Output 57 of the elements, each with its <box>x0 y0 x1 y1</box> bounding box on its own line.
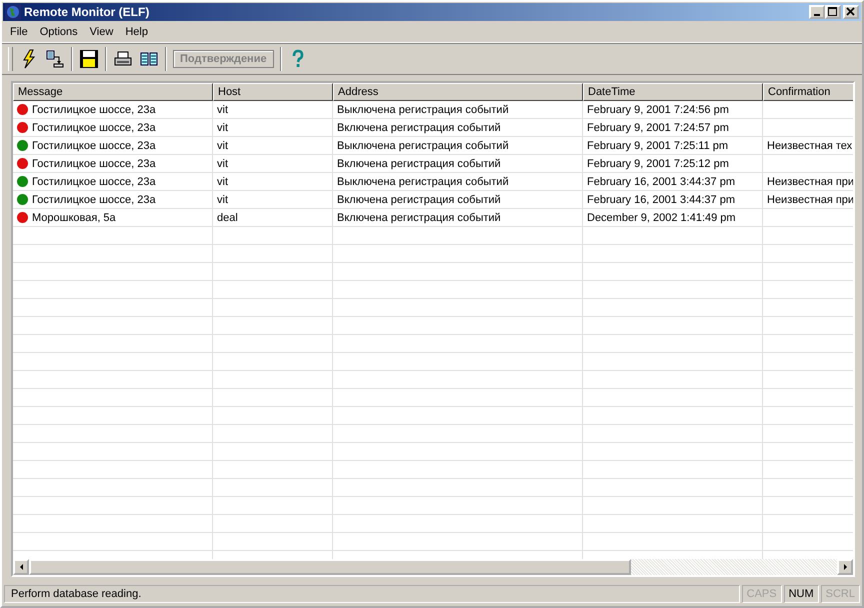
column-header[interactable]: Host <box>213 83 333 101</box>
table-cell: vit <box>217 140 228 152</box>
table-cell: vit <box>217 122 228 134</box>
table-cell: Неизвестная при <box>767 194 853 206</box>
maximize-icon <box>828 7 838 17</box>
table-cell: Гостилицкое шоссе, 23а <box>32 176 156 188</box>
column-header[interactable]: Message <box>13 83 213 101</box>
table-cell: February 16, 2001 3:44:37 pm <box>587 176 735 188</box>
table-cell: Включена регистрация событий <box>337 122 501 134</box>
table-cell: Неизвестная при <box>767 176 853 188</box>
horizontal-scrollbar[interactable] <box>13 559 853 575</box>
table-cell: deal <box>217 212 238 224</box>
table-cell: Гостилицкое шоссе, 23а <box>32 140 156 152</box>
minimize-icon <box>814 14 820 16</box>
table-cell: vit <box>217 176 228 188</box>
maximize-button[interactable] <box>825 5 841 19</box>
table-cell: Морошковая, 5а <box>32 212 116 224</box>
scroll-right-button[interactable] <box>837 559 853 575</box>
table-cell: February 9, 2001 7:24:57 pm <box>587 122 729 134</box>
table-cell: December 9, 2002 1:41:49 pm <box>587 212 736 224</box>
table-cell: vit <box>217 194 228 206</box>
table-cell: Выключена регистрация событий <box>337 140 509 152</box>
menu-item[interactable]: Options <box>34 26 84 38</box>
left-arrow-icon <box>20 564 22 570</box>
table-cell: Гостилицкое шоссе, 23а <box>32 122 156 134</box>
documents-arrow-icon <box>45 49 65 69</box>
table-cell: vit <box>217 104 228 116</box>
menu-item[interactable]: Help <box>119 26 154 38</box>
table-cell: Гостилицкое шоссе, 23а <box>32 158 156 170</box>
table-cell: February 9, 2001 7:25:11 pm <box>587 140 728 152</box>
column-header[interactable]: Address <box>333 83 583 101</box>
key-indicator: NUM <box>784 585 819 603</box>
minimize-button[interactable] <box>809 5 825 19</box>
table-cell: Выключена регистрация событий <box>337 104 509 116</box>
table-cell: Неизвестная тех <box>767 140 852 152</box>
table-cell: February 16, 2001 3:44:37 pm <box>587 194 735 206</box>
status-message: Perform database reading. <box>4 585 740 603</box>
scroll-left-button[interactable] <box>13 559 29 575</box>
table-cell: February 9, 2001 7:25:12 pm <box>587 158 729 170</box>
table-cell: Выключена регистрация событий <box>337 176 509 188</box>
table-cell: Включена регистрация событий <box>337 212 501 224</box>
window-title: Remote Monitor (ELF) <box>24 5 150 19</box>
column-header[interactable]: DateTime <box>583 83 763 101</box>
menu-item[interactable]: File <box>4 26 34 38</box>
table-cell: Включена регистрация событий <box>337 158 501 170</box>
menu-item[interactable]: View <box>84 26 120 38</box>
scrollbar-thumb[interactable] <box>29 559 631 575</box>
table-cell: Гостилицкое шоссе, 23а <box>32 194 156 206</box>
right-arrow-icon <box>844 564 846 570</box>
table-cell: Гостилицкое шоссе, 23а <box>32 104 156 116</box>
column-header[interactable]: Confirmation <box>763 83 853 101</box>
close-icon <box>846 7 856 17</box>
table-cell: Включена регистрация событий <box>337 194 501 206</box>
table-cell: February 9, 2001 7:24:56 pm <box>587 104 729 116</box>
globe-icon <box>5 4 21 20</box>
table-cell: vit <box>217 158 228 170</box>
close-button[interactable] <box>843 5 859 19</box>
